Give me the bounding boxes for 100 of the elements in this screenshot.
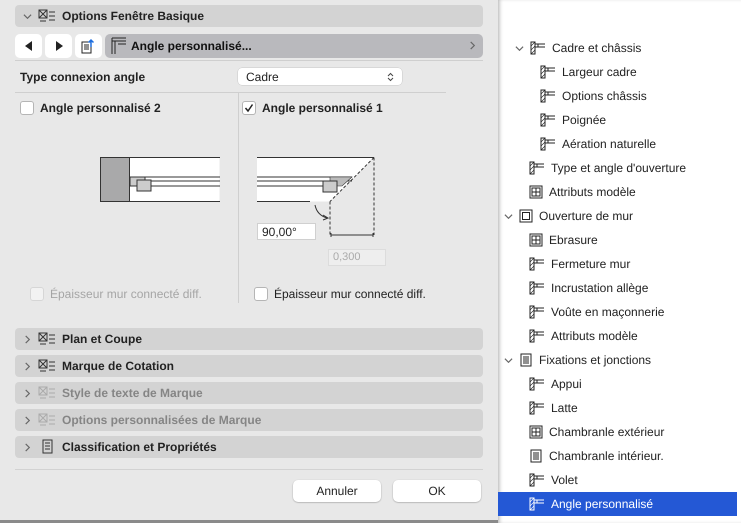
cancel-button[interactable]: Annuler bbox=[293, 480, 381, 502]
tree-item-label: Voûte en maçonnerie bbox=[551, 304, 664, 321]
section-title: Options Fenêtre Basique bbox=[62, 8, 204, 25]
tree-item[interactable]: Largeur cadre bbox=[498, 60, 737, 84]
tree-item[interactable]: Chambranle extérieur bbox=[498, 420, 737, 444]
tree-item[interactable]: Incrustation allège bbox=[498, 276, 737, 300]
section-title: Marque de Cotation bbox=[62, 358, 174, 375]
tree-item-label: Aération naturelle bbox=[562, 136, 656, 153]
tree-item[interactable]: Ouverture de mur bbox=[498, 204, 737, 228]
document-arrow-button[interactable] bbox=[75, 34, 102, 58]
window-frame-icon bbox=[519, 209, 533, 223]
triangle-left-icon bbox=[24, 40, 32, 50]
tree-item-label: Cadre et châssis bbox=[552, 40, 642, 57]
chevron-right-icon[interactable] bbox=[23, 334, 32, 344]
hatched-profile-icon bbox=[529, 305, 545, 319]
tree-item[interactable]: Angle personnalisé bbox=[498, 492, 737, 516]
updown-icon bbox=[387, 72, 394, 82]
tree-item[interactable]: Attributs modèle bbox=[498, 324, 737, 348]
checkbox-label: Angle personnalisé 2 bbox=[40, 100, 161, 117]
section-icon bbox=[38, 8, 56, 24]
corner-frame-icon bbox=[111, 36, 127, 54]
grid-icon bbox=[529, 233, 543, 247]
section-header[interactable]: Options Fenêtre Basique bbox=[15, 5, 483, 27]
section-header[interactable]: Classification et Propriétés bbox=[15, 436, 483, 458]
chevron-down-icon[interactable] bbox=[504, 356, 513, 364]
list-icon bbox=[529, 449, 543, 463]
section-icon bbox=[38, 385, 56, 401]
angle-field[interactable]: 90,00° bbox=[257, 223, 316, 240]
chevron-right-icon[interactable] bbox=[23, 362, 32, 370]
chevron-down-icon[interactable] bbox=[504, 212, 513, 220]
hatched-profile-icon bbox=[540, 113, 556, 127]
tree-item[interactable]: Latte bbox=[498, 396, 737, 420]
page-selector[interactable]: Angle personnalisé... bbox=[105, 34, 483, 58]
hatched-profile-icon bbox=[540, 89, 556, 103]
tree-item-label: Options châssis bbox=[562, 88, 647, 105]
tree-item[interactable]: Type et angle d'ouverture bbox=[498, 156, 737, 180]
tree-item[interactable]: Appui bbox=[498, 372, 737, 396]
tree-item[interactable]: Cadre et châssis bbox=[498, 36, 737, 60]
section-icon bbox=[38, 412, 56, 428]
checkbox-label: Épaisseur mur connecté diff. bbox=[50, 286, 202, 303]
tree-item-label: Largeur cadre bbox=[562, 64, 637, 81]
document-arrow-icon bbox=[80, 38, 96, 54]
tree-item[interactable]: Voûte en maçonnerie bbox=[498, 300, 737, 324]
tree-item[interactable]: Aération naturelle bbox=[498, 132, 737, 156]
chevron-down-icon[interactable] bbox=[515, 44, 524, 52]
hatched-profile-icon bbox=[540, 65, 556, 79]
section-header[interactable]: Marque de Cotation bbox=[15, 355, 483, 377]
tree-item-label: Attributs modèle bbox=[551, 328, 638, 345]
tree-item-label: Chambranle extérieur bbox=[549, 424, 664, 441]
ok-button[interactable]: OK bbox=[393, 480, 481, 502]
chevron-right-icon[interactable] bbox=[468, 41, 477, 50]
tree-item-label: Latte bbox=[551, 400, 578, 417]
hatched-profile-icon bbox=[529, 377, 545, 391]
section-title: Classification et Propriétés bbox=[62, 439, 217, 456]
tree-item[interactable]: Poignée bbox=[498, 108, 737, 132]
section-title: Options personnalisées de Marque bbox=[62, 412, 262, 429]
grid-icon bbox=[529, 425, 543, 439]
hatched-profile-icon bbox=[529, 257, 545, 271]
tree-item[interactable]: Attributs modèle bbox=[498, 180, 737, 204]
previous-button[interactable] bbox=[15, 34, 42, 58]
tree-item-label: Volet bbox=[551, 472, 578, 489]
tree-item[interactable]: Chambranle intérieur. bbox=[498, 444, 737, 468]
tree-item-label: Chambranle intérieur. bbox=[549, 448, 664, 465]
section-title: Plan et Coupe bbox=[62, 331, 142, 348]
section-title: Style de texte de Marque bbox=[62, 385, 203, 402]
tree-item[interactable]: Fixations et jonctions bbox=[498, 348, 737, 372]
checkbox[interactable] bbox=[242, 101, 256, 115]
checkbox[interactable] bbox=[20, 101, 34, 115]
hatched-profile-icon bbox=[529, 473, 545, 487]
field-label: Type connexion angle bbox=[20, 68, 146, 86]
connection-type-select[interactable]: Cadre bbox=[238, 68, 402, 85]
chevron-down-icon[interactable] bbox=[23, 12, 32, 20]
tree-item[interactable]: Options châssis bbox=[498, 84, 737, 108]
hatched-profile-icon bbox=[529, 497, 545, 511]
tree-item-label: Fermeture mur bbox=[551, 256, 630, 273]
next-button[interactable] bbox=[45, 34, 72, 58]
checkbox-label: Angle personnalisé 1 bbox=[262, 100, 383, 117]
hatched-profile-icon bbox=[540, 137, 556, 151]
tree-item-label: Attributs modèle bbox=[549, 184, 636, 201]
section-icon bbox=[38, 331, 56, 347]
checkbox-label: Épaisseur mur connecté diff. bbox=[274, 286, 426, 303]
section-header[interactable]: Plan et Coupe bbox=[15, 328, 483, 350]
tree-item[interactable]: Ebrasure bbox=[498, 228, 737, 252]
tree-item-label: Type et angle d'ouverture bbox=[551, 160, 686, 177]
hatched-profile-icon bbox=[529, 161, 545, 175]
tree-item-label: Fixations et jonctions bbox=[539, 352, 652, 369]
checkbox[interactable] bbox=[254, 287, 268, 301]
triangle-right-icon bbox=[54, 40, 62, 50]
check-icon bbox=[244, 103, 254, 113]
list-icon bbox=[519, 353, 533, 367]
tree-item-label: Poignée bbox=[562, 112, 606, 129]
tree-item[interactable]: Volet bbox=[498, 468, 737, 492]
hatched-profile-icon bbox=[529, 329, 545, 343]
hatched-profile-icon bbox=[529, 401, 545, 415]
tree-item[interactable]: Fermeture mur bbox=[498, 252, 737, 276]
grid-icon bbox=[529, 185, 543, 199]
tree-item-label: Incrustation allège bbox=[551, 280, 648, 297]
chevron-right-icon[interactable] bbox=[23, 442, 32, 452]
section-icon bbox=[38, 358, 56, 374]
hatched-profile-icon bbox=[530, 41, 546, 55]
